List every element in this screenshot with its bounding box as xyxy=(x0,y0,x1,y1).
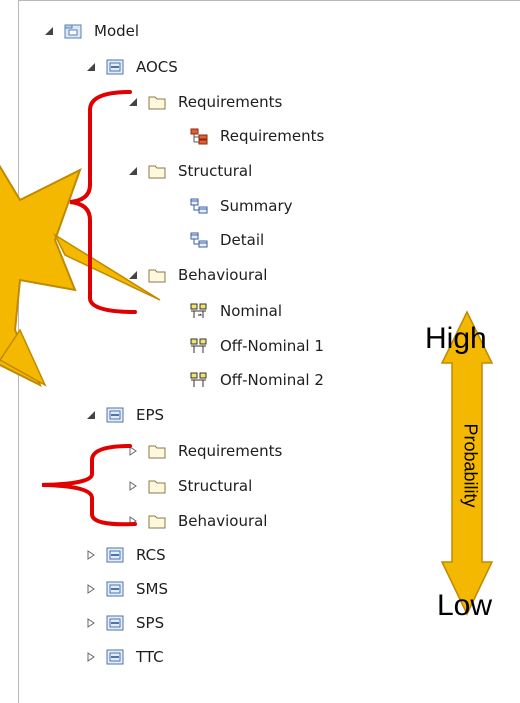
low-label: Low xyxy=(437,589,493,622)
bracket-eps xyxy=(41,444,137,527)
probability-axis-label: Probability xyxy=(460,423,481,508)
high-label: High xyxy=(425,322,487,355)
star-pointer-top xyxy=(53,232,161,301)
